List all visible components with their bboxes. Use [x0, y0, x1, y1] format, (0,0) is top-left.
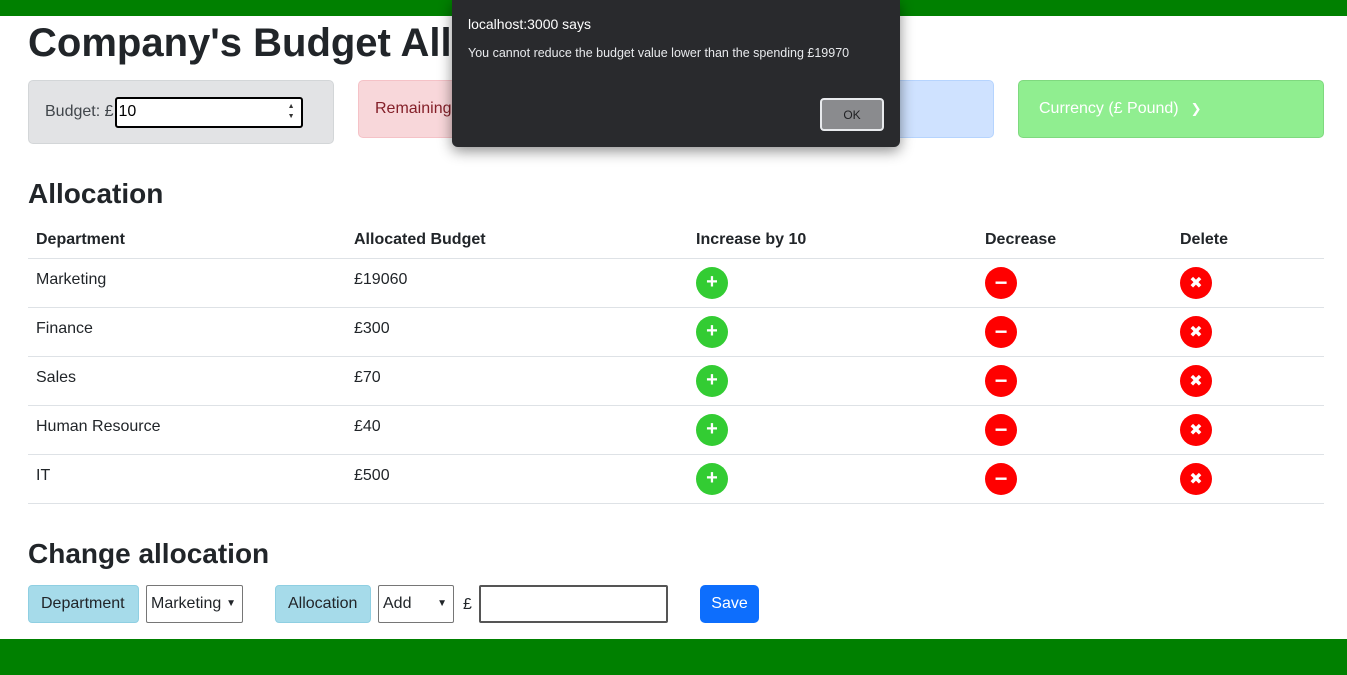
department-cell: Human Resource — [28, 405, 346, 455]
x-circle-icon[interactable]: ✖ — [1180, 315, 1212, 348]
currency-dropdown[interactable]: Currency (£ Pound) ❯ — [1018, 80, 1324, 138]
minus-circle-icon[interactable]: − — [985, 413, 1017, 446]
page-title: Company's Budget Allo — [28, 21, 477, 65]
minus-circle-icon[interactable]: − — [985, 364, 1017, 397]
allocation-tag: Allocation — [275, 585, 371, 623]
budget-input-box[interactable]: ▲ ▼ — [114, 96, 303, 128]
remaining-label: Remaining: — [375, 100, 456, 117]
department-cell: Sales — [28, 356, 346, 406]
header-decrease: Decrease — [977, 222, 1172, 259]
budget-input[interactable] — [116, 99, 277, 125]
department-cell: Marketing — [28, 258, 346, 308]
minus-circle-icon[interactable]: − — [985, 266, 1017, 299]
department-tag: Department — [28, 585, 139, 623]
chevron-down-icon: ❯ — [1190, 101, 1202, 116]
plus-circle-icon[interactable]: + — [696, 364, 728, 397]
budget-card: Budget: £ ▲ ▼ — [28, 80, 334, 144]
minus-circle-icon[interactable]: − — [985, 462, 1017, 495]
budget-spinner[interactable]: ▲ ▼ — [288, 102, 295, 122]
dialog-title: localhost:3000 says — [468, 16, 591, 32]
budget-cell: £300 — [346, 307, 688, 357]
plus-circle-icon[interactable]: + — [696, 315, 728, 348]
remaining-card: Remaining: — [358, 80, 458, 138]
dialog-ok-button[interactable]: OK — [820, 98, 884, 131]
allocation-table: Department Allocated Budget Increase by … — [28, 222, 1324, 504]
plus-circle-icon[interactable]: + — [696, 413, 728, 446]
dialog-message: You cannot reduce the budget value lower… — [468, 46, 850, 60]
plus-circle-icon[interactable]: + — [696, 266, 728, 299]
spin-up-icon[interactable]: ▲ — [288, 102, 295, 112]
department-select-value: Marketing — [151, 595, 222, 612]
bottom-green-bar — [0, 639, 1347, 675]
header-department: Department — [28, 222, 346, 259]
x-circle-icon[interactable]: ✖ — [1180, 413, 1212, 446]
header-allocated-budget: Allocated Budget — [346, 222, 688, 259]
currency-label: Currency (£ Pound) — [1039, 100, 1179, 117]
chevron-down-icon: ▼ — [437, 598, 447, 609]
x-circle-icon[interactable]: ✖ — [1180, 462, 1212, 495]
x-circle-icon[interactable]: ✖ — [1180, 266, 1212, 299]
budget-cell: £40 — [346, 405, 688, 455]
budget-cell: £70 — [346, 356, 688, 406]
allocation-title: Allocation — [28, 178, 164, 209]
budget-cell: £19060 — [346, 258, 688, 308]
save-button[interactable]: Save — [700, 585, 759, 623]
table-row: Sales £70 + − ✖ — [28, 356, 1324, 406]
header-delete: Delete — [1172, 222, 1324, 259]
department-cell: IT — [28, 454, 346, 504]
currency-symbol: £ — [463, 596, 472, 613]
minus-circle-icon[interactable]: − — [985, 315, 1017, 348]
x-circle-icon[interactable]: ✖ — [1180, 364, 1212, 397]
table-header-row: Department Allocated Budget Increase by … — [28, 222, 1324, 259]
amount-input[interactable] — [479, 585, 668, 623]
table-row: IT £500 + − ✖ — [28, 454, 1324, 504]
operation-select-value: Add — [383, 595, 412, 612]
budget-label: Budget: £ — [45, 103, 114, 120]
change-allocation-title: Change allocation — [28, 538, 270, 569]
table-row: Marketing £19060 + − ✖ — [28, 258, 1324, 308]
alert-dialog: localhost:3000 says You cannot reduce th… — [452, 0, 900, 147]
department-select[interactable]: Marketing ▼ — [146, 585, 243, 623]
table-row: Finance £300 + − ✖ — [28, 307, 1324, 357]
chevron-down-icon: ▼ — [226, 598, 236, 609]
spin-down-icon[interactable]: ▼ — [288, 112, 295, 122]
plus-circle-icon[interactable]: + — [696, 462, 728, 495]
operation-select[interactable]: Add ▼ — [378, 585, 454, 623]
header-increase: Increase by 10 — [688, 222, 977, 259]
table-row: Human Resource £40 + − ✖ — [28, 405, 1324, 455]
budget-cell: £500 — [346, 454, 688, 504]
department-cell: Finance — [28, 307, 346, 357]
